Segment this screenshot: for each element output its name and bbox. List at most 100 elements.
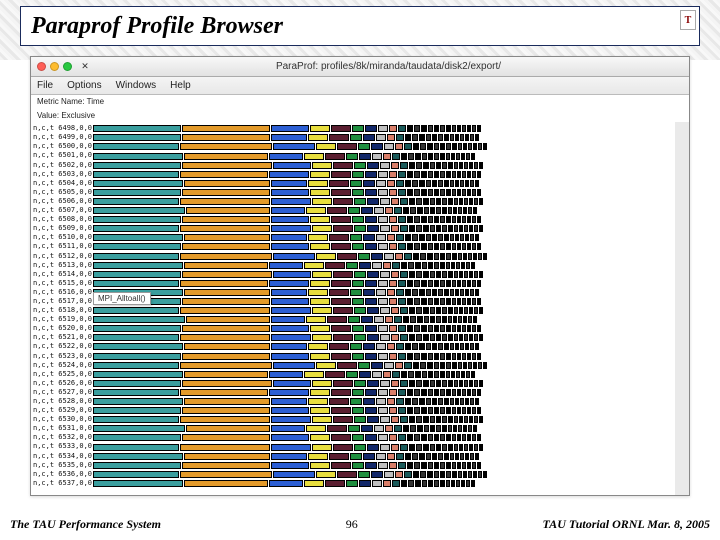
- bar-segment[interactable]: [440, 143, 445, 150]
- bar-segment[interactable]: [376, 234, 386, 241]
- bar-segment[interactable]: [446, 389, 451, 396]
- bar-segment[interactable]: [416, 225, 422, 232]
- bar-segment[interactable]: [458, 362, 462, 369]
- bar-segment[interactable]: [378, 125, 388, 132]
- bar-segment[interactable]: [455, 289, 459, 296]
- bar-segment[interactable]: [378, 407, 388, 414]
- bar-segment[interactable]: [400, 380, 408, 387]
- bar-segment[interactable]: [363, 180, 375, 187]
- bar-segment[interactable]: [454, 198, 458, 205]
- bar-segment[interactable]: [93, 216, 181, 223]
- bar-segment[interactable]: [416, 380, 422, 387]
- bar-segment[interactable]: [448, 444, 453, 451]
- bar-segment[interactable]: [329, 234, 349, 241]
- bar-segment[interactable]: [472, 462, 476, 469]
- bar-segment[interactable]: [463, 362, 467, 369]
- bar-segment[interactable]: [180, 253, 272, 260]
- bar-segment[interactable]: [333, 444, 353, 451]
- bar-segment[interactable]: [442, 162, 447, 169]
- bar-segment[interactable]: [180, 362, 272, 369]
- bar-segment[interactable]: [306, 207, 326, 214]
- bar-segment[interactable]: [448, 425, 452, 432]
- bar-segment[interactable]: [422, 480, 427, 487]
- bar-segment[interactable]: [389, 216, 397, 223]
- bar-segment[interactable]: [474, 225, 478, 232]
- bar-segment[interactable]: [459, 271, 463, 278]
- bar-segment[interactable]: [451, 480, 455, 487]
- bar-segment[interactable]: [477, 243, 481, 250]
- profile-bar-row[interactable]: [93, 342, 675, 351]
- bar-segment[interactable]: [180, 389, 268, 396]
- bar-segment[interactable]: [380, 271, 390, 278]
- bar-segment[interactable]: [472, 243, 476, 250]
- bar-segment[interactable]: [462, 171, 466, 178]
- bar-segment[interactable]: [350, 289, 362, 296]
- bar-segment[interactable]: [354, 416, 366, 423]
- bar-segment[interactable]: [404, 143, 412, 150]
- bar-segment[interactable]: [457, 462, 461, 469]
- bar-segment[interactable]: [467, 462, 471, 469]
- bar-segment[interactable]: [444, 289, 449, 296]
- bar-segment[interactable]: [434, 189, 439, 196]
- bar-segment[interactable]: [269, 171, 309, 178]
- profile-bar-row[interactable]: [93, 406, 675, 415]
- bar-segment[interactable]: [446, 480, 450, 487]
- bar-segment[interactable]: [430, 225, 435, 232]
- bar-segment[interactable]: [458, 207, 462, 214]
- bar-segment[interactable]: [407, 325, 413, 332]
- bar-segment[interactable]: [180, 444, 270, 451]
- bar-segment[interactable]: [403, 425, 409, 432]
- bar-segment[interactable]: [458, 253, 462, 260]
- bar-segment[interactable]: [436, 271, 441, 278]
- bar-segment[interactable]: [408, 153, 414, 160]
- bar-segment[interactable]: [380, 198, 390, 205]
- profile-bar-row[interactable]: [93, 470, 675, 479]
- bar-segment[interactable]: [477, 125, 481, 132]
- bar-segment[interactable]: [398, 280, 406, 287]
- bar-segment[interactable]: [273, 471, 315, 478]
- bar-segment[interactable]: [180, 280, 268, 287]
- bar-segment[interactable]: [365, 280, 377, 287]
- profile-bar-row[interactable]: [93, 215, 675, 224]
- bar-segment[interactable]: [333, 416, 353, 423]
- bar-segment[interactable]: [479, 162, 483, 169]
- bar-segment[interactable]: [93, 316, 185, 323]
- bar-segment[interactable]: [453, 207, 457, 214]
- profile-bar-row[interactable]: [93, 461, 675, 470]
- bar-segment[interactable]: [180, 225, 270, 232]
- profile-bar-row[interactable]: [93, 124, 675, 133]
- bar-segment[interactable]: [415, 262, 421, 269]
- profile-bar-row[interactable]: [93, 197, 675, 206]
- bar-segment[interactable]: [455, 398, 459, 405]
- bar-segment[interactable]: [93, 262, 183, 269]
- bar-segment[interactable]: [460, 134, 464, 141]
- bar-segment[interactable]: [331, 462, 351, 469]
- profile-bar-row[interactable]: [93, 297, 675, 306]
- bar-segment[interactable]: [434, 216, 439, 223]
- bar-segment[interactable]: [308, 398, 328, 405]
- bar-segment[interactable]: [423, 162, 429, 169]
- bar-segment[interactable]: [427, 362, 433, 369]
- bar-segment[interactable]: [333, 198, 353, 205]
- bar-segment[interactable]: [479, 307, 483, 314]
- bar-segment[interactable]: [385, 207, 393, 214]
- bar-segment[interactable]: [428, 298, 433, 305]
- bar-segment[interactable]: [271, 180, 307, 187]
- bar-segment[interactable]: [93, 125, 181, 132]
- bar-segment[interactable]: [434, 480, 439, 487]
- bar-segment[interactable]: [403, 207, 409, 214]
- bar-segment[interactable]: [461, 153, 465, 160]
- bar-segment[interactable]: [430, 416, 435, 423]
- bar-segment[interactable]: [367, 307, 379, 314]
- bar-segment[interactable]: [438, 180, 443, 187]
- profile-bar-row[interactable]: [93, 224, 675, 233]
- bar-segment[interactable]: [93, 343, 183, 350]
- bar-segment[interactable]: [470, 453, 474, 460]
- bar-segment[interactable]: [454, 225, 458, 232]
- bar-segment[interactable]: [308, 234, 328, 241]
- bar-segment[interactable]: [346, 480, 358, 487]
- bar-segment[interactable]: [415, 480, 421, 487]
- bar-segment[interactable]: [350, 234, 362, 241]
- bar-segment[interactable]: [442, 334, 447, 341]
- bar-segment[interactable]: [325, 480, 345, 487]
